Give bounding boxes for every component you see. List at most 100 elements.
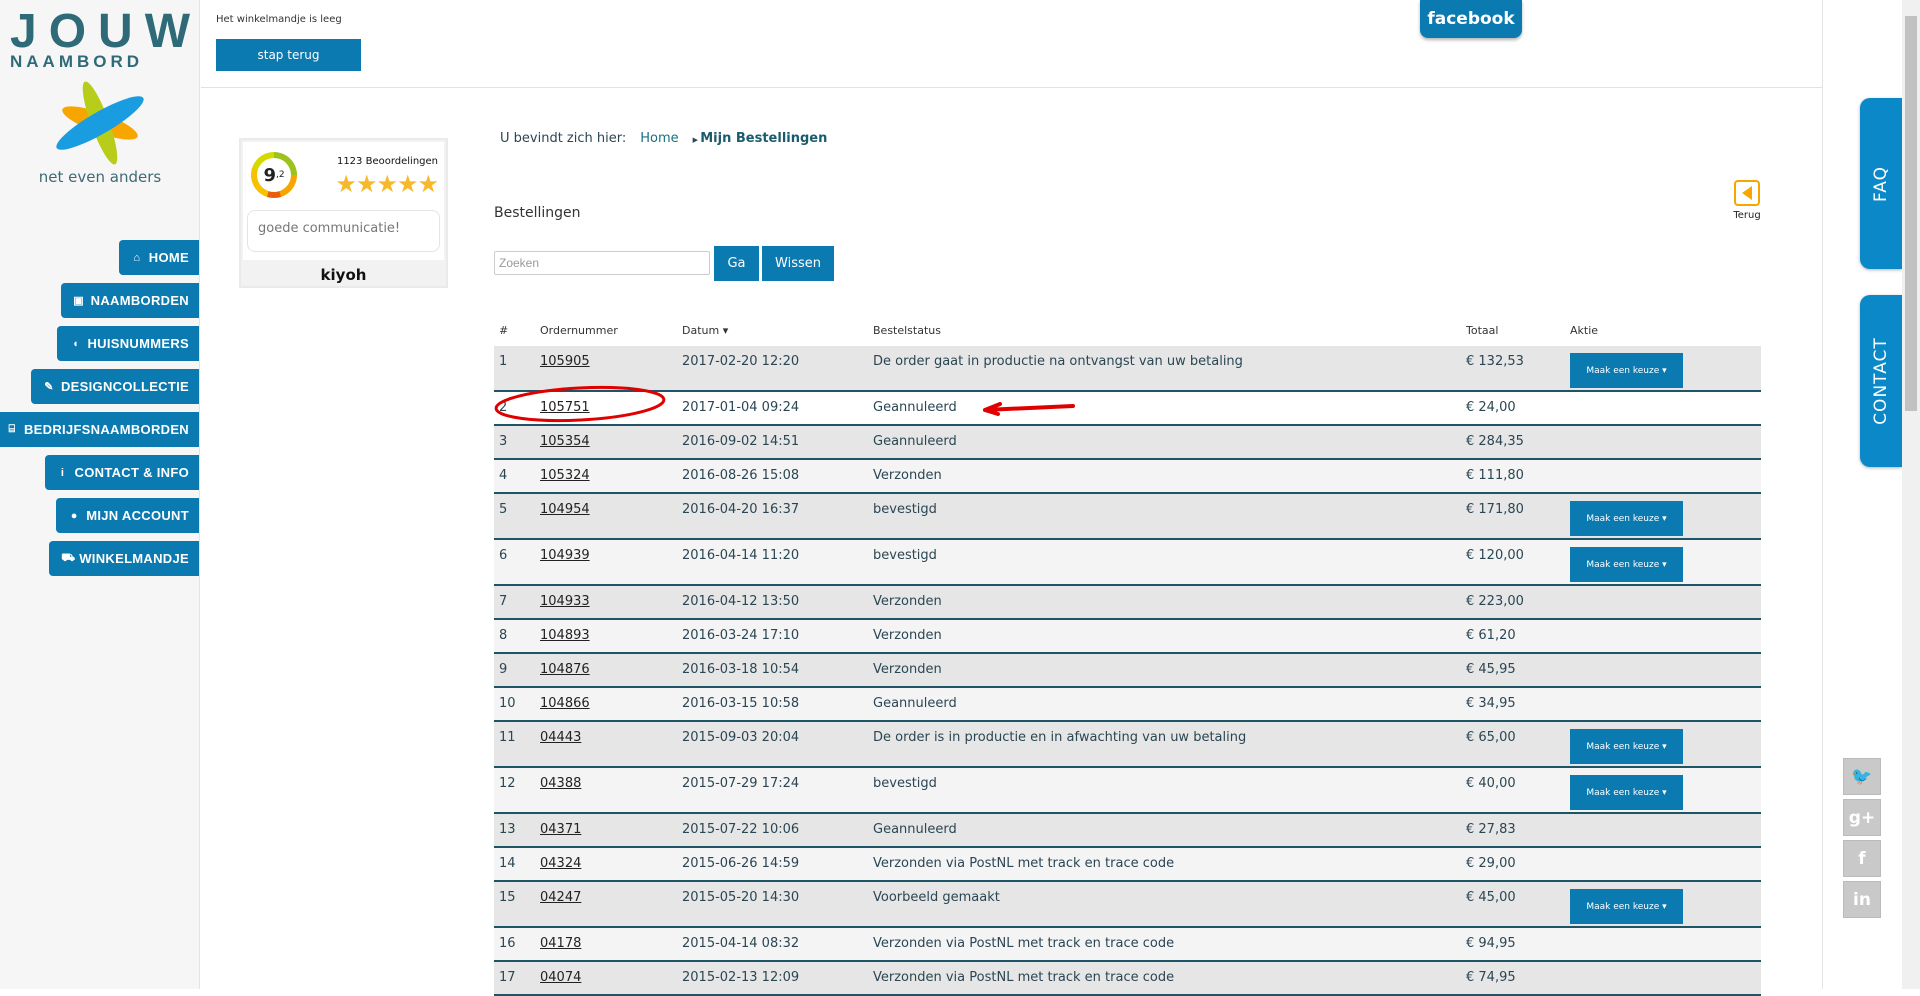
table-row: 3 105354 2016-09-02 14:51 Geannuleerd € 284,… [494,426,1761,460]
order-cell: 04443 [540,730,682,745]
nav-naamborden[interactable]: ▣ NAAMBORDEN [60,283,199,318]
nav-huisnummers[interactable]: ◖ HUISNUMMERS [57,326,199,361]
action-cell: Maak een keuze ▾ [1570,775,1761,810]
action-dropdown-button[interactable]: Maak een keuze ▾ [1570,353,1683,388]
order-cell: 04324 [540,856,682,871]
action-dropdown-button[interactable]: Maak een keuze ▾ [1570,775,1683,810]
table-row: 5 104954 2016-04-20 16:37 bevestigd € 171,80… [494,494,1761,540]
nav-label: DESIGNCOLLECTIE [60,379,189,394]
order-number-link[interactable]: 04324 [540,856,581,871]
nav-home[interactable]: ⌂ HOME [118,240,199,275]
order-cell: 104933 [540,594,682,609]
order-total: € 45,95 [1466,662,1516,677]
score-decimal: ,2 [275,170,285,180]
order-status: Verzonden [873,468,942,483]
order-date: 2016-08-26 15:08 [682,468,800,483]
action-dropdown-button[interactable]: Maak een keuze ▾ [1570,729,1683,764]
order-number-link[interactable]: 105354 [540,434,590,449]
order-number-link[interactable]: 104939 [540,548,590,563]
search-clear-button[interactable]: Wissen [762,246,834,281]
order-cell: 105354 [540,434,682,449]
order-number-link[interactable]: 04371 [540,822,581,837]
scrollbar-thumb[interactable] [1905,16,1917,411]
table-header: # Ordernummer Datum ▾ Bestelstatus Totaal Akt… [494,320,1761,346]
shield-icon: ◖ [71,337,79,350]
back-arrow-icon [1734,180,1760,206]
order-status: Verzonden via PostNL met track en trace … [873,856,1175,871]
order-number-link[interactable]: 105324 [540,468,590,483]
order-number-link[interactable]: 105905 [540,354,590,369]
breadcrumb: U bevindt zich hier: Home ▶ Mijn Bestell… [500,131,827,146]
row-number: 13 [499,822,516,837]
order-number-link[interactable]: 04443 [540,730,581,745]
column-header: Bestelstatus [873,324,941,337]
logo-star-icon [56,81,144,165]
action-cell: Maak een keuze ▾ [1570,729,1761,764]
order-total: € 61,20 [1466,628,1516,643]
nav-label: MIJN ACCOUNT [86,508,189,523]
order-total: € 34,95 [1466,696,1516,711]
row-number: 3 [499,434,508,449]
order-date: 2015-02-13 12:09 [682,970,800,985]
page-divider [1822,0,1823,989]
contact-tab[interactable]: CONTACT [1860,295,1902,467]
order-number-link[interactable]: 104866 [540,696,590,711]
search-input[interactable] [494,251,710,275]
action-cell: Maak een keuze ▾ [1570,353,1761,388]
review-quote: goede communicatie! [247,210,440,252]
order-date: 2015-06-26 14:59 [682,856,800,871]
score-value: 9 [263,164,276,186]
faq-tab[interactable]: FAQ [1860,98,1902,269]
order-cell: 104876 [540,662,682,677]
order-cell: 104939 [540,548,682,563]
order-number-link[interactable]: 04388 [540,776,581,791]
table-row: 12 04388 2015-07-29 17:24 bevestigd € 40,00 M… [494,768,1761,814]
google-plus-icon[interactable]: g+ [1843,799,1881,836]
breadcrumb-home[interactable]: Home [640,131,678,146]
order-cell: 04371 [540,822,682,837]
kiyoh-widget[interactable]: 9,2 1123 Beoordelingen ★★★★★ goede commu… [239,138,448,288]
logo-word[interactable]: JOUW [10,8,202,56]
table-row: 17 04074 2015-02-13 12:09 Verzonden via Pos… [494,962,1761,996]
review-count: 1123 Beoordelingen [336,156,438,167]
back-step-button[interactable]: stap terug [216,39,361,71]
scrollbar[interactable] [1902,0,1920,989]
order-total: € 223,00 [1466,594,1524,609]
order-number-link[interactable]: 104954 [540,502,590,517]
order-number-link[interactable]: 104933 [540,594,590,609]
table-row: 15 04247 2015-05-20 14:30 Voorbeeld gemaakt… [494,882,1761,928]
action-cell: Maak een keuze ▾ [1570,501,1761,536]
facebook-icon[interactable]: f [1843,840,1881,877]
row-number: 8 [499,628,508,643]
order-number-link[interactable]: 105751 [540,400,590,415]
twitter-icon[interactable]: 🐦 [1843,758,1881,795]
order-status: bevestigd [873,548,937,563]
column-header: Aktie [1570,324,1599,337]
linkedin-icon[interactable]: in [1843,881,1881,918]
row-number: 15 [499,890,516,905]
order-number-link[interactable]: 04178 [540,936,581,951]
info-icon: i [60,466,65,479]
nav-winkelmandje[interactable]: ⛟ WINKELMANDJE [49,541,199,576]
terug-button[interactable]: Terug [1727,180,1767,221]
row-number: 10 [499,696,516,711]
nav-designcollectie[interactable]: ✎ DESIGNCOLLECTIE [30,369,199,404]
order-number-link[interactable]: 104876 [540,662,590,677]
order-cell: 105751 [540,400,682,415]
order-total: € 171,80 [1466,502,1524,517]
action-dropdown-button[interactable]: Maak een keuze ▾ [1570,547,1683,582]
order-cell: 104893 [540,628,682,643]
nav-mijn-account[interactable]: ● MIJN ACCOUNT [56,498,199,533]
facebook-button[interactable]: facebook [1420,0,1522,38]
order-number-link[interactable]: 04247 [540,890,581,905]
nav-bedrijfsnaamborden[interactable]: ⌸ BEDRIJFSNAAMBORDEN [0,412,199,447]
action-dropdown-button[interactable]: Maak een keuze ▾ [1570,889,1683,924]
order-number-link[interactable]: 04074 [540,970,581,985]
nav-contact-info[interactable]: i CONTACT & INFO [44,455,199,490]
order-status: Verzonden via PostNL met track en trace … [873,970,1175,985]
home-icon: ⌂ [133,251,141,264]
logo-tagline: net even anders [38,168,162,186]
search-go-button[interactable]: Ga [714,246,759,281]
order-number-link[interactable]: 104893 [540,628,590,643]
action-dropdown-button[interactable]: Maak een keuze ▾ [1570,501,1683,536]
